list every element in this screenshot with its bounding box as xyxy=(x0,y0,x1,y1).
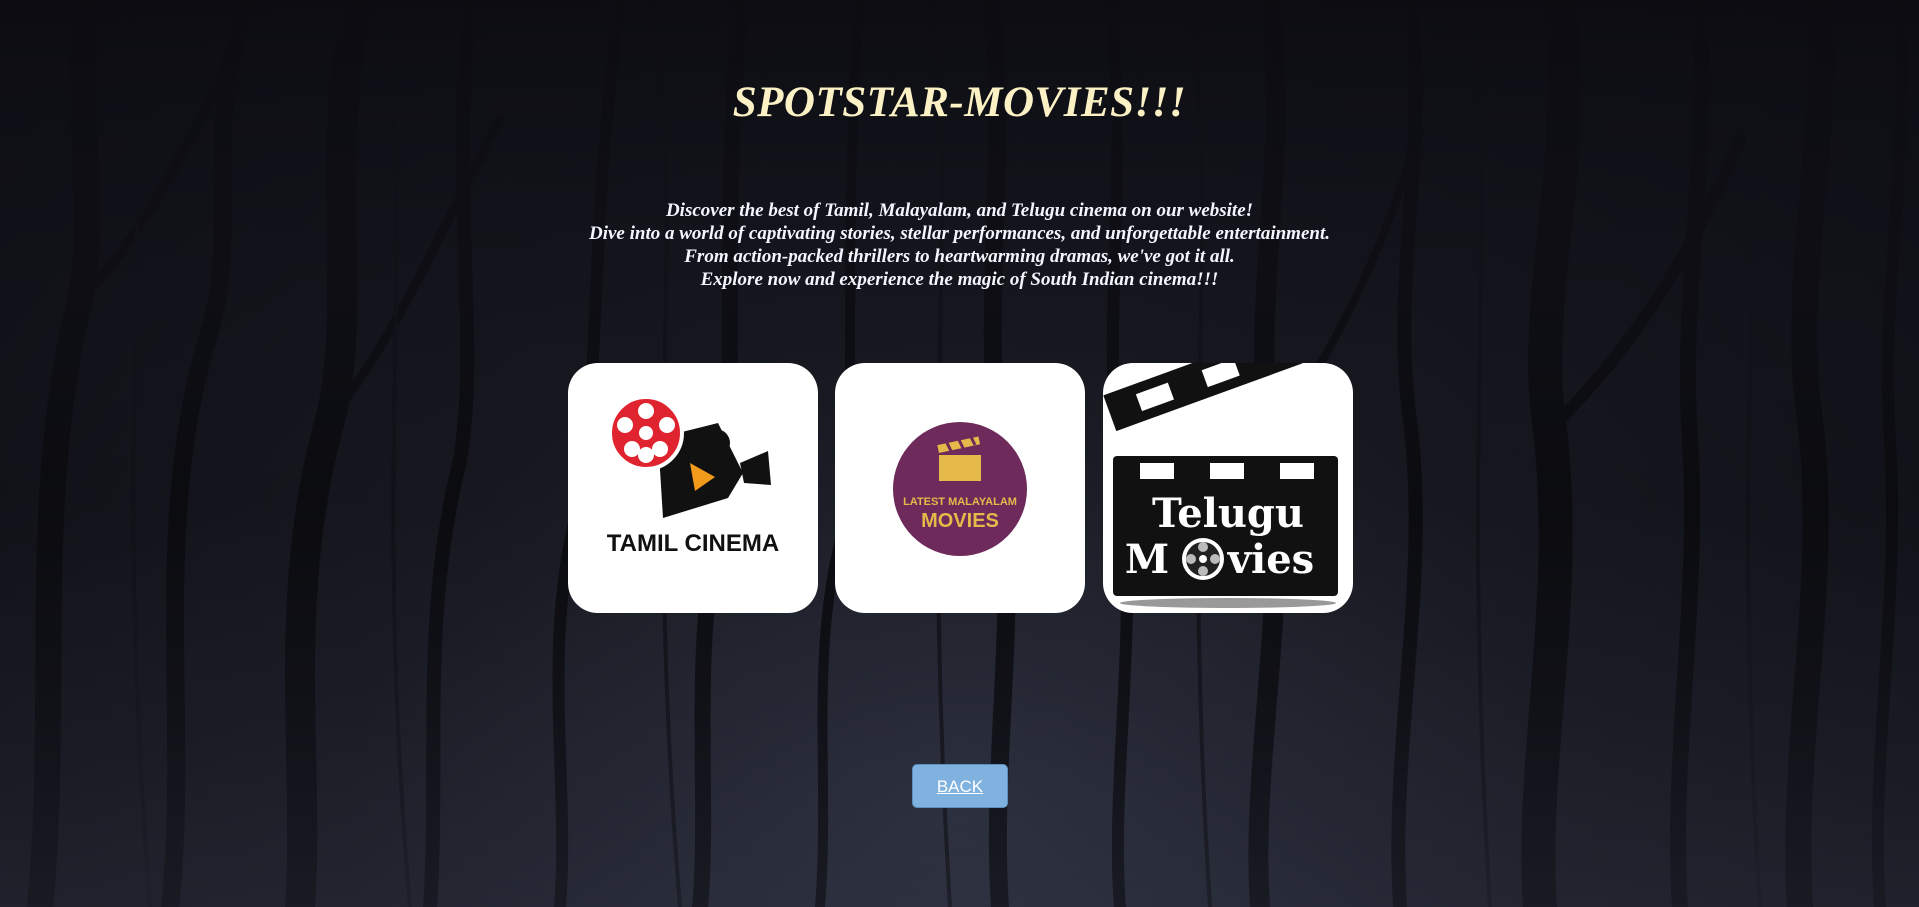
intro-line: Discover the best of Tamil, Malayalam, a… xyxy=(665,200,1254,221)
intro-line: From action-packed thrillers to heartwar… xyxy=(684,246,1235,267)
tamil-cinema-logo: TAMIL CINEMA xyxy=(607,395,779,557)
intro-line: Dive into a world of captivating stories… xyxy=(588,223,1330,244)
intro-line: Explore now and experience the magic of … xyxy=(700,269,1219,290)
telugu-logo-line1: Telugu xyxy=(1152,490,1304,537)
telugu-movies-card[interactable]: Telugu M vies xyxy=(1103,363,1353,613)
malayalam-movies-logo: LATEST MALAYALAM MOVIES xyxy=(893,422,1027,556)
tamil-logo-text: TAMIL CINEMA xyxy=(607,530,779,557)
malayalam-logo-line1: LATEST MALAYALAM xyxy=(903,496,1017,508)
malayalam-movies-card[interactable]: LATEST MALAYALAM MOVIES xyxy=(835,363,1085,613)
movie-camera-reel-icon xyxy=(608,395,771,518)
page-content: SPOTSTAR-MOVIES!!! Discover the best of … xyxy=(0,0,1919,907)
intro-text: Discover the best of Tamil, Malayalam, a… xyxy=(0,199,1919,291)
malayalam-logo-line2: MOVIES xyxy=(921,510,999,532)
page-title: SPOTSTAR-MOVIES!!! xyxy=(732,79,1187,126)
telugu-movies-logo: Telugu M vies xyxy=(1103,363,1338,608)
telugu-logo-m: M xyxy=(1125,536,1169,583)
telugu-logo-vies: vies xyxy=(1227,536,1314,583)
film-reel-icon xyxy=(1182,538,1224,580)
back-button[interactable]: BACK xyxy=(912,764,1008,808)
tamil-cinema-card[interactable]: TAMIL CINEMA xyxy=(568,363,818,613)
movie-category-cards: TAMIL CINEMA LATEST MALAYALAM MOVIES Tel… xyxy=(568,363,1353,613)
